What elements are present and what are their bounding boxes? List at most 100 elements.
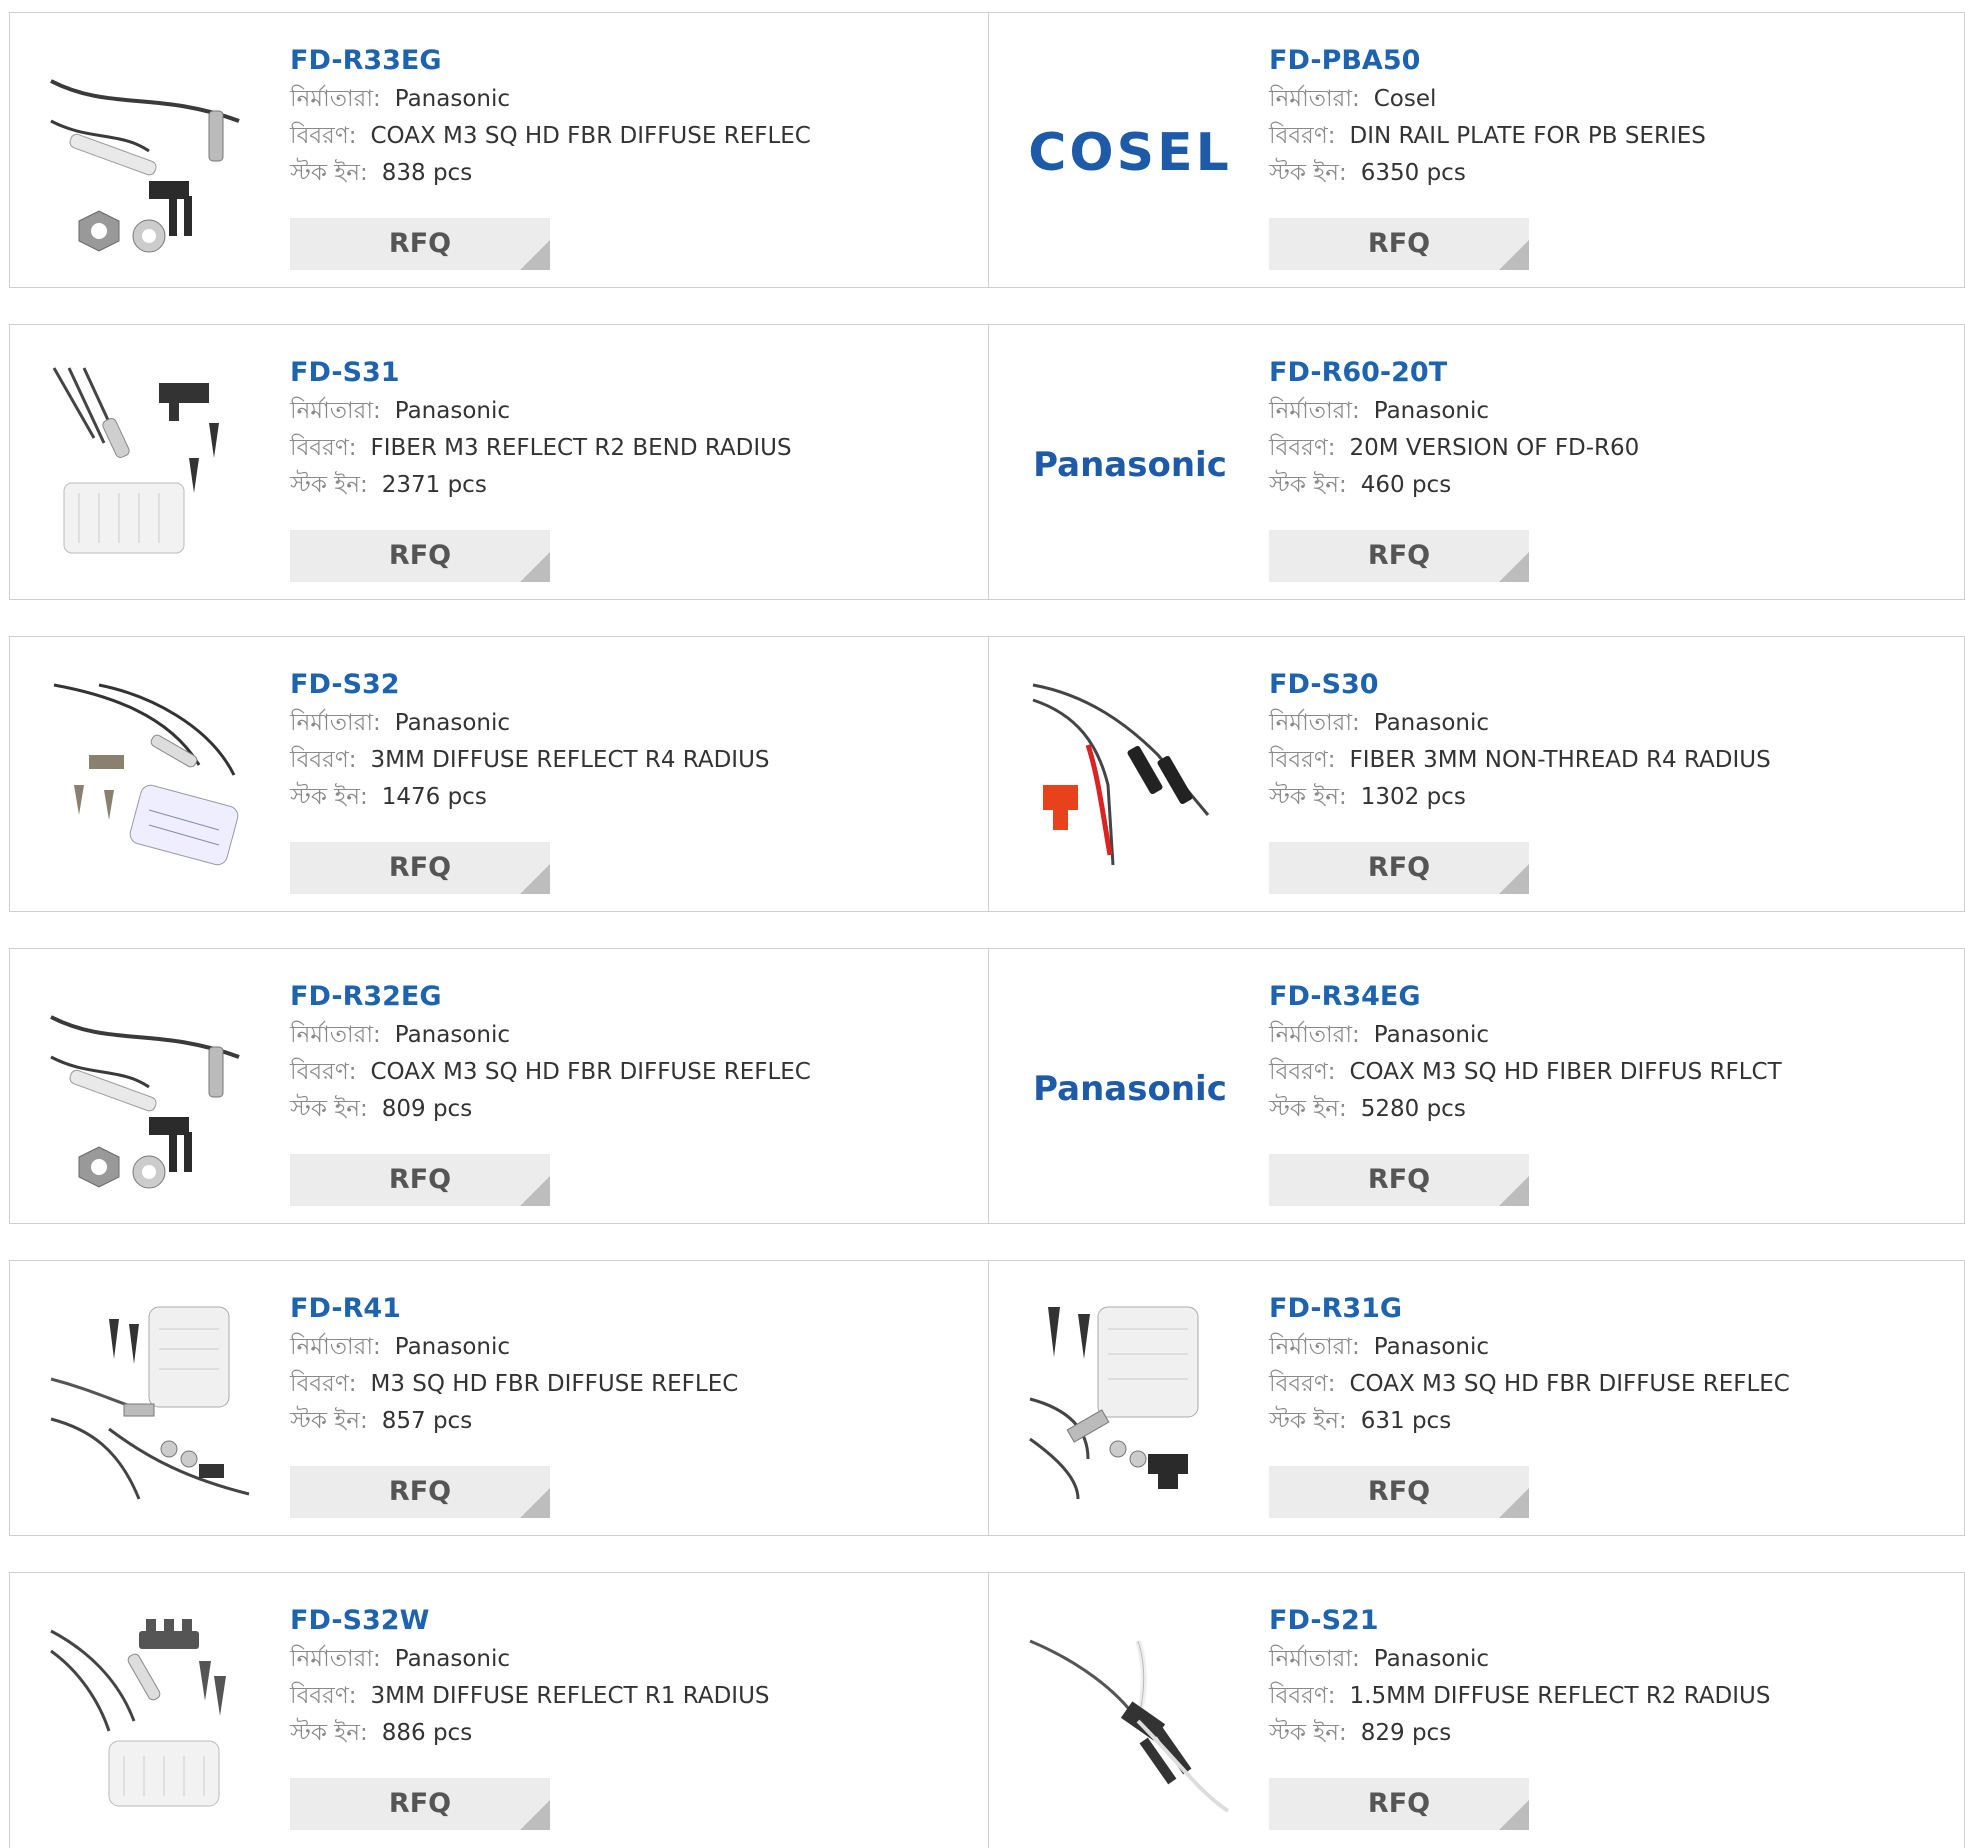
product-image[interactable] [49,51,253,255]
rfq-button[interactable]: RFQ [1269,1466,1529,1518]
product-row: FD-S31 নির্মাতারা: Panasonic বিবরণ: FIBER … [9,324,1965,600]
stock-row: স্টক ইন: 857 pcs [290,1403,950,1440]
stock-value: 809 pcs [381,1096,473,1122]
description-row: বিবরণ: COAX M3 SQ HD FIBER DIFFUS RFLCT [1269,1054,1929,1091]
stock-value: 838 pcs [381,160,473,186]
manufacturer-row: নির্মাতারা: Panasonic [1269,705,1929,742]
stock-row: স্টক ইন: 1476 pcs [290,779,950,816]
rfq-button[interactable]: RFQ [290,1778,550,1830]
description-value: COAX M3 SQ HD FIBER DIFFUS RFLCT [1349,1059,1782,1085]
manufacturer-value: Panasonic [1373,1022,1490,1048]
manufacturer-value: Panasonic [1373,1334,1490,1360]
manufacturer-value: Panasonic [1373,710,1490,736]
description-label: বিবরণ: [290,123,357,149]
part-number-link[interactable]: FD-R31G [1269,1289,1402,1329]
product-image[interactable] [49,675,253,879]
product-row: FD-R33EG নির্মাতারা: Panasonic বিবরণ: COAX… [9,12,1965,288]
rfq-button[interactable]: RFQ [1269,530,1529,582]
product-image[interactable] [49,1299,253,1503]
product-info: FD-S32 নির্মাতারা: Panasonic বিবরণ: 3MM DI… [290,665,950,816]
stock-value: 829 pcs [1360,1720,1452,1746]
stock-row: স্টক ইন: 1302 pcs [1269,779,1929,816]
description-label: বিবরণ: [290,1371,357,1397]
manufacturer-row: নির্মাতারা: Panasonic [1269,1329,1929,1366]
product-info: FD-R32EG নির্মাতারা: Panasonic বিবরণ: COAX… [290,977,950,1128]
part-number-link[interactable]: FD-PBA50 [1269,41,1420,81]
corner-decoration [1499,240,1529,270]
manufacturer-label: নির্মাতারা: [290,398,381,424]
rfq-button[interactable]: RFQ [1269,842,1529,894]
corner-decoration [520,1800,550,1830]
part-number-link[interactable]: FD-S32W [290,1601,429,1641]
fiber-kit-photo-icon [52,367,219,554]
manufacturer-label: নির্মাতারা: [290,1334,381,1360]
stock-label: স্টক ইন: [290,472,368,498]
part-number-link[interactable]: FD-S32 [290,665,400,705]
product-card: Panasonic FD-R34EG নির্মাতারা: Panasonic … [989,949,1965,1223]
fiber-kit-case-photo-icon [1029,1306,1199,1500]
corner-decoration [520,864,550,894]
stock-value: 857 pcs [381,1408,473,1434]
panasonic-logo: Panasonic [1033,445,1227,485]
rfq-label: RFQ [388,852,452,883]
product-card: COSEL FD-PBA50 নির্মাতারা: Cosel বিবরণ: DI… [989,13,1965,287]
rfq-button[interactable]: RFQ [1269,1778,1529,1830]
manufacturer-value: Panasonic [394,1022,511,1048]
manufacturer-row: নির্মাতারা: Panasonic [290,393,950,430]
rfq-button[interactable]: RFQ [290,1154,550,1206]
rfq-label: RFQ [1367,540,1431,571]
description-label: বিবরণ: [1269,435,1336,461]
manufacturer-row: নির্মাতারা: Panasonic [1269,1017,1929,1054]
manufacturer-value: Panasonic [394,398,511,424]
description-row: বিবরণ: 1.5MM DIFFUSE REFLECT R2 RADIUS [1269,1678,1929,1715]
product-image[interactable] [49,363,253,567]
description-row: বিবরণ: 3MM DIFFUSE REFLECT R4 RADIUS [290,742,950,779]
product-image[interactable] [1028,675,1232,879]
corner-decoration [1499,1488,1529,1518]
product-card: Panasonic FD-R60-20T নির্মাতারা: Panasoni… [989,325,1965,599]
product-image[interactable]: COSEL [1028,51,1232,255]
manufacturer-row: নির্মাতারা: Panasonic [290,81,950,118]
rfq-button[interactable]: RFQ [1269,218,1529,270]
rfq-button[interactable]: RFQ [290,1466,550,1518]
corner-decoration [1499,864,1529,894]
product-image[interactable]: Panasonic [1028,987,1232,1191]
manufacturer-label: নির্মাতারা: [290,710,381,736]
manufacturer-value: Panasonic [394,710,511,736]
part-number-link[interactable]: FD-R32EG [290,977,442,1017]
part-number-link[interactable]: FD-R34EG [1269,977,1421,1017]
corner-decoration [1499,1176,1529,1206]
manufacturer-row: নির্মাতারা: Panasonic [290,1641,950,1678]
part-number-link[interactable]: FD-R60-20T [1269,353,1447,393]
part-number-link[interactable]: FD-R41 [290,1289,401,1329]
stock-label: স্টক ইন: [1269,1720,1347,1746]
manufacturer-label: নির্মাতারা: [1269,1334,1360,1360]
rfq-label: RFQ [1367,1788,1431,1819]
part-number-link[interactable]: FD-R33EG [290,41,442,81]
fiber-kit-case-photo-icon [50,1306,250,1500]
part-number-link[interactable]: FD-S30 [1269,665,1379,705]
product-card: FD-R31G নির্মাতারা: Panasonic বিবরণ: COAX … [989,1261,1965,1535]
part-number-link[interactable]: FD-S21 [1269,1601,1379,1641]
manufacturer-label: নির্মাতারা: [1269,398,1360,424]
rfq-button[interactable]: RFQ [290,842,550,894]
fiber-kit-photo-icon [53,683,239,866]
rfq-button[interactable]: RFQ [290,530,550,582]
product-image[interactable] [49,1611,253,1815]
manufacturer-row: নির্মাতারা: Panasonic [1269,1641,1929,1678]
rfq-label: RFQ [1367,1164,1431,1195]
part-number-link[interactable]: FD-S31 [290,353,400,393]
product-card: FD-S32W নির্মাতারা: Panasonic বিবরণ: 3MM D… [10,1573,988,1848]
description-label: বিবরণ: [1269,1059,1336,1085]
rfq-label: RFQ [1367,228,1431,259]
rfq-button[interactable]: RFQ [290,218,550,270]
manufacturer-row: নির্মাতারা: Panasonic [1269,393,1929,430]
product-image[interactable] [1028,1611,1232,1815]
product-image[interactable] [1028,1299,1232,1503]
product-image[interactable] [49,987,253,1191]
rfq-button[interactable]: RFQ [1269,1154,1529,1206]
cosel-logo: COSEL [1028,123,1232,183]
rfq-label: RFQ [388,1164,452,1195]
product-image[interactable]: Panasonic [1028,363,1232,567]
description-value: FIBER 3MM NON-THREAD R4 RADIUS [1349,747,1771,773]
